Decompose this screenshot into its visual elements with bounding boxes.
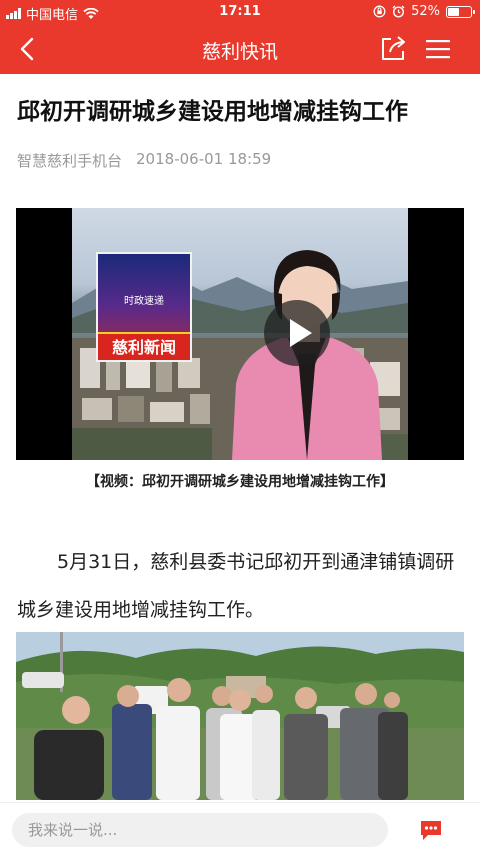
video-caption: 【视频：邱初开调研城乡建设用地增减挂钩工作】	[86, 474, 394, 490]
article-meta: 智慧慈利手机台 2018-06-01 18:59	[17, 150, 271, 171]
article-datetime: 2018-06-01 18:59	[136, 150, 272, 168]
alarm-icon	[392, 5, 405, 18]
logo-top-text: 时政速递	[124, 296, 164, 307]
status-right: 52%	[373, 4, 475, 19]
nav-bar: 慈利快讯	[0, 24, 480, 74]
article-source[interactable]: 智慧慈利手机台	[17, 150, 122, 171]
inspection-photo-graphic	[16, 632, 464, 800]
comment-icon[interactable]	[419, 819, 443, 841]
news-logo: 时政速递 慈利新闻	[96, 252, 192, 362]
nav-title: 慈利快讯	[201, 41, 278, 63]
article-title: 邱初开调研城乡建设用地增减挂钩工作	[17, 99, 408, 125]
article-photo	[16, 632, 464, 800]
comment-bar	[0, 802, 480, 853]
video-thumbnail: 时政速递 慈利新闻	[72, 208, 408, 460]
battery-icon	[446, 5, 475, 18]
battery-fill	[448, 7, 459, 16]
article-paragraph: 5月31日，慈利县委书记邱初开到通津铺镇调研城乡建设用地增减挂钩工作。	[17, 551, 455, 621]
battery-percent: 52%	[411, 4, 440, 19]
share-button[interactable]	[378, 34, 408, 64]
play-button[interactable]	[264, 300, 330, 366]
menu-button[interactable]	[424, 36, 452, 62]
play-icon	[290, 319, 312, 347]
rotation-lock-icon	[373, 5, 386, 18]
comment-input[interactable]	[12, 813, 388, 847]
status-bar: 中国电信 17:11 52%	[0, 0, 480, 24]
video-player[interactable]: 时政速递 慈利新闻	[16, 208, 464, 460]
logo-band-text: 慈利新闻	[98, 332, 190, 360]
